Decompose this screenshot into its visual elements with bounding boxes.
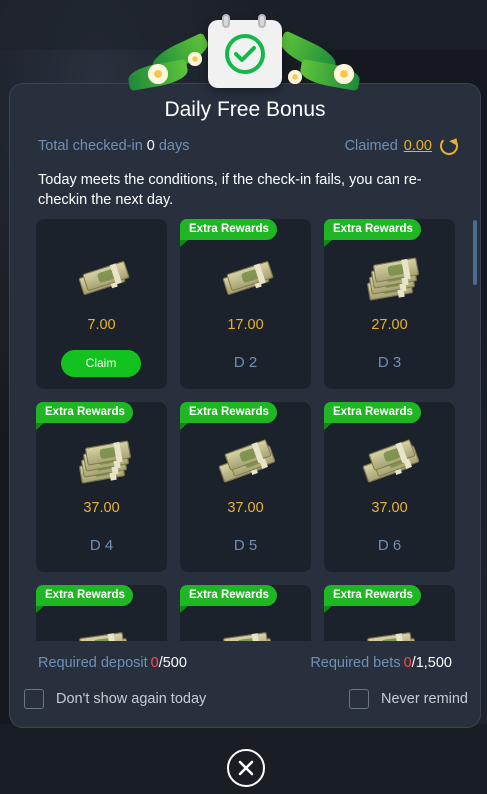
- extra-rewards-badge: Extra Rewards: [324, 402, 421, 430]
- cash-bundle-icon: [218, 259, 274, 296]
- checkin-stats: Total checked-in 0 days Claimed 0.00: [38, 137, 458, 155]
- claimed-total: Claimed 0.00: [345, 137, 458, 155]
- extra-rewards-badge: Extra Rewards: [324, 219, 421, 247]
- reward-amount: 37.00: [83, 500, 120, 516]
- day-label: D 6: [377, 537, 402, 554]
- day-label: D 2: [233, 354, 258, 371]
- scrollbar[interactable]: [473, 220, 477, 285]
- reward-amount: 17.00: [227, 317, 264, 333]
- reward-amount: 37.00: [227, 500, 264, 516]
- flower-decoration: [334, 64, 354, 84]
- reward-card[interactable]: Extra Rewards: [180, 585, 311, 641]
- required-bets: Required bets 0/1,500: [310, 655, 452, 671]
- claim-button[interactable]: Claim: [61, 350, 141, 377]
- extra-rewards-badge: Extra Rewards: [180, 402, 277, 430]
- extra-rewards-badge: Extra Rewards: [36, 402, 133, 430]
- cash-bundle-icon: [74, 625, 130, 641]
- cash-bundle-icon: [217, 439, 276, 483]
- cash-bundle-icon: [362, 257, 419, 301]
- requirements-row: Required deposit 0/500 Required bets 0/1,5…: [38, 655, 452, 671]
- dont-show-option[interactable]: Don't show again today: [24, 689, 206, 709]
- day-label: D 5: [233, 537, 258, 554]
- extra-rewards-badge: Extra Rewards: [324, 585, 421, 613]
- cash-bundle-icon: [218, 625, 274, 641]
- reward-card[interactable]: Extra Rewards: [36, 585, 167, 641]
- close-button[interactable]: [227, 749, 265, 787]
- reward-card[interactable]: Extra Rewards 17.00 D 2: [180, 219, 311, 389]
- never-remind-checkbox[interactable]: [348, 689, 369, 709]
- flower-decoration: [148, 64, 168, 84]
- reward-card[interactable]: Extra Rewards 37.00 D 5: [180, 402, 311, 572]
- cash-bundle-icon: [74, 440, 131, 484]
- reward-card[interactable]: Extra Rewards 37.00 D 6: [324, 402, 455, 572]
- refresh-icon[interactable]: [440, 137, 458, 155]
- header-illustration: [108, 12, 380, 102]
- flower-decoration: [288, 70, 302, 84]
- calendar-check-icon: [208, 14, 282, 88]
- reward-card[interactable]: 7.00 Claim: [36, 219, 167, 389]
- extra-rewards-badge: Extra Rewards: [180, 585, 277, 613]
- rewards-scroll-area[interactable]: 7.00 Claim Extra Rewards 17.00 D 2 Extra Rewa…: [36, 219, 469, 641]
- daily-bonus-modal: Daily Free Bonus Total checked-in 0 days C…: [9, 83, 481, 728]
- checked-in-count: 0: [146, 138, 155, 154]
- flower-decoration: [188, 52, 202, 66]
- extra-rewards-badge: Extra Rewards: [36, 585, 133, 613]
- rewards-grid: 7.00 Claim Extra Rewards 17.00 D 2 Extra Rewa…: [36, 219, 469, 641]
- reward-card[interactable]: Extra Rewards 37.00 D 4: [36, 402, 167, 572]
- cash-bundle-icon: [362, 625, 418, 641]
- cash-bundle-icon: [361, 439, 420, 483]
- never-remind-option[interactable]: Never remind: [348, 689, 468, 709]
- reward-card[interactable]: Extra Rewards 27.00 D 3: [324, 219, 455, 389]
- day-label: D 4: [89, 537, 114, 554]
- reward-amount: 37.00: [371, 500, 408, 516]
- cash-bundle-icon: [74, 259, 130, 296]
- day-label: D 3: [377, 354, 402, 371]
- dont-show-checkbox[interactable]: [24, 689, 44, 709]
- total-checked-in: Total checked-in 0 days: [38, 138, 190, 154]
- reward-card[interactable]: Extra Rewards: [324, 585, 455, 641]
- extra-rewards-badge: Extra Rewards: [180, 219, 277, 247]
- checkin-notice: Today meets the conditions, if the check…: [38, 172, 422, 208]
- options-row: Don't show again today Never remind: [24, 689, 468, 709]
- claimed-value[interactable]: 0.00: [404, 138, 432, 154]
- reward-amount: 27.00: [371, 317, 408, 333]
- reward-amount: 7.00: [87, 317, 116, 333]
- close-icon: [238, 760, 254, 776]
- required-deposit: Required deposit 0/500: [38, 655, 187, 671]
